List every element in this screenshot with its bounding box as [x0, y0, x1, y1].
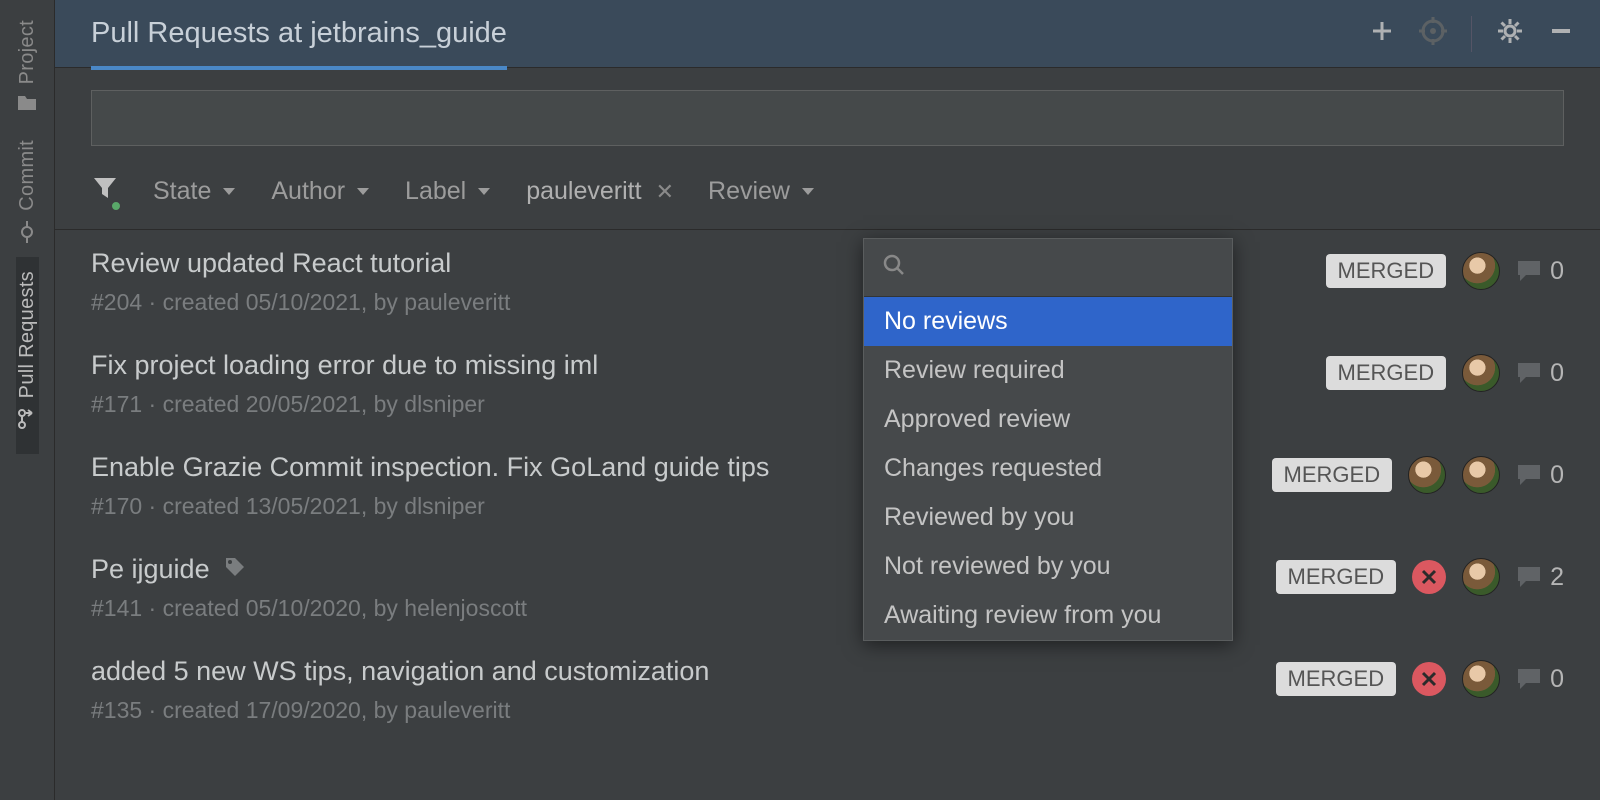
chevron-down-icon [355, 186, 371, 198]
dropdown-item[interactable]: Not reviewed by you [864, 542, 1232, 591]
panel-header: Pull Requests at jetbrains_guide [55, 0, 1600, 68]
comment-icon [1516, 463, 1542, 487]
status-badge: MERGED [1272, 458, 1393, 492]
comment-icon [1516, 667, 1542, 691]
chevron-down-icon [221, 186, 237, 198]
filter-label[interactable]: Label [405, 177, 492, 206]
dropdown-search[interactable] [864, 239, 1232, 297]
pull-request-row[interactable]: Enable Grazie Commit inspection. Fix GoL… [55, 434, 1600, 536]
pull-requests-panel: Pull Requests at jetbrains_guide [55, 0, 1600, 800]
status-badge: MERGED [1276, 560, 1397, 594]
comment-icon [1516, 259, 1542, 283]
search-row [55, 68, 1600, 158]
comment-count: 0 [1516, 665, 1564, 694]
comment-count: 0 [1516, 461, 1564, 490]
dropdown-item[interactable]: Approved review [864, 395, 1232, 444]
filter-review[interactable]: Review [708, 177, 816, 206]
review-filter-dropdown: No reviewsReview requiredApproved review… [863, 238, 1233, 641]
pull-request-list: Review updated React tutorial#204 · crea… [55, 230, 1600, 800]
pr-title: added 5 new WS tips, navigation and cust… [91, 656, 1276, 687]
status-badge: MERGED [1326, 254, 1447, 288]
tag-icon [224, 554, 246, 585]
search-input[interactable] [91, 90, 1564, 146]
filter-author[interactable]: Author [271, 177, 371, 206]
avatar [1462, 456, 1500, 494]
chip-remove-icon[interactable]: ✕ [656, 179, 674, 205]
sidebar-tab-pull-requests[interactable]: Pull Requests [16, 257, 39, 454]
tool-window-sidebar: Project Commit Pull Requests [0, 0, 55, 800]
filter-label: Review [708, 177, 790, 206]
avatar [1462, 558, 1500, 596]
chevron-down-icon [476, 186, 492, 198]
filter-bar: State Author Label pauleveritt ✕ Review [55, 158, 1600, 230]
status-badge: MERGED [1276, 662, 1397, 696]
pr-meta: #135 · created 17/09/2020, by pauleverit… [91, 697, 1276, 724]
filter-state[interactable]: State [153, 177, 237, 206]
minimize-icon[interactable] [1548, 18, 1574, 49]
filter-label: State [153, 177, 211, 206]
pull-request-row[interactable]: Fix project loading error due to missing… [55, 332, 1600, 434]
pull-request-row[interactable]: added 5 new WS tips, navigation and cust… [55, 638, 1600, 740]
dropdown-item[interactable]: Review required [864, 346, 1232, 395]
chevron-down-icon [800, 186, 816, 198]
pull-request-row[interactable]: Review updated React tutorial#204 · crea… [55, 230, 1600, 332]
sidebar-tab-label: Project [16, 20, 39, 84]
pull-request-row[interactable]: Pe ijguide#141 · created 05/10/2020, by … [55, 536, 1600, 638]
filter-icon[interactable] [91, 174, 119, 209]
add-icon[interactable] [1369, 18, 1395, 49]
avatar [1462, 660, 1500, 698]
sidebar-tab-commit[interactable]: Commit [16, 126, 39, 257]
chip-value: pauleveritt [526, 177, 641, 206]
gear-icon[interactable] [1496, 17, 1524, 50]
sidebar-tab-label: Commit [16, 140, 39, 211]
comment-count: 0 [1516, 359, 1564, 388]
sidebar-tab-label: Pull Requests [16, 271, 39, 398]
comment-icon [1516, 361, 1542, 385]
folder-icon [16, 94, 38, 112]
filter-chip: pauleveritt ✕ [526, 177, 674, 206]
commit-icon [16, 221, 38, 243]
comment-icon [1516, 565, 1542, 589]
divider [1471, 16, 1472, 52]
comment-count: 2 [1516, 563, 1564, 592]
pull-request-icon [16, 408, 38, 430]
header-actions [1369, 16, 1574, 52]
dropdown-item[interactable]: Awaiting review from you [864, 591, 1232, 640]
search-icon [882, 253, 906, 277]
filter-label: Author [271, 177, 345, 206]
dropdown-item[interactable]: Reviewed by you [864, 493, 1232, 542]
filter-label-text: Label [405, 177, 466, 206]
avatar [1408, 456, 1446, 494]
target-icon[interactable] [1419, 17, 1447, 50]
ci-fail-icon [1412, 560, 1446, 594]
dropdown-item[interactable]: No reviews [864, 297, 1232, 346]
avatar [1462, 354, 1500, 392]
ci-fail-icon [1412, 662, 1446, 696]
avatar [1462, 252, 1500, 290]
comment-count: 0 [1516, 257, 1564, 286]
status-badge: MERGED [1326, 356, 1447, 390]
sidebar-tab-project[interactable]: Project [16, 6, 39, 126]
panel-title: Pull Requests at jetbrains_guide [91, 17, 507, 64]
dropdown-item[interactable]: Changes requested [864, 444, 1232, 493]
